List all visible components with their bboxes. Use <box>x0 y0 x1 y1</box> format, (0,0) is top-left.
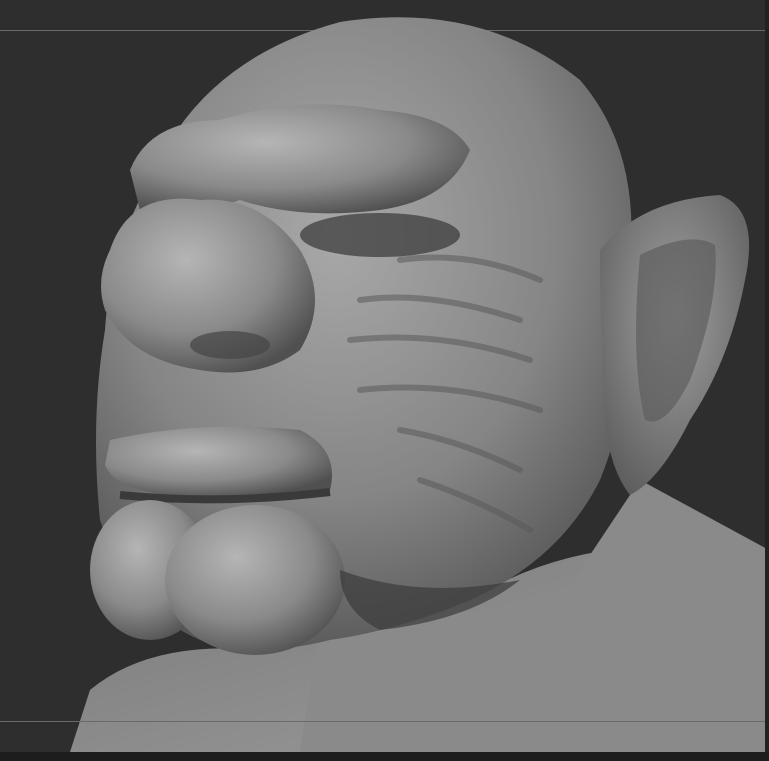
viewport-canvas[interactable] <box>0 0 769 761</box>
eye-socket-shape <box>300 213 460 257</box>
upper-lip-shape <box>105 426 332 497</box>
brow-shape <box>130 104 470 214</box>
frame-guide-bottom <box>0 721 769 722</box>
nostril-shape <box>190 331 270 359</box>
viewport-right-edge <box>765 0 769 761</box>
sculpt-mesh[interactable] <box>0 0 769 761</box>
chin-right-shape <box>165 505 345 655</box>
bottom-bar <box>0 752 769 761</box>
